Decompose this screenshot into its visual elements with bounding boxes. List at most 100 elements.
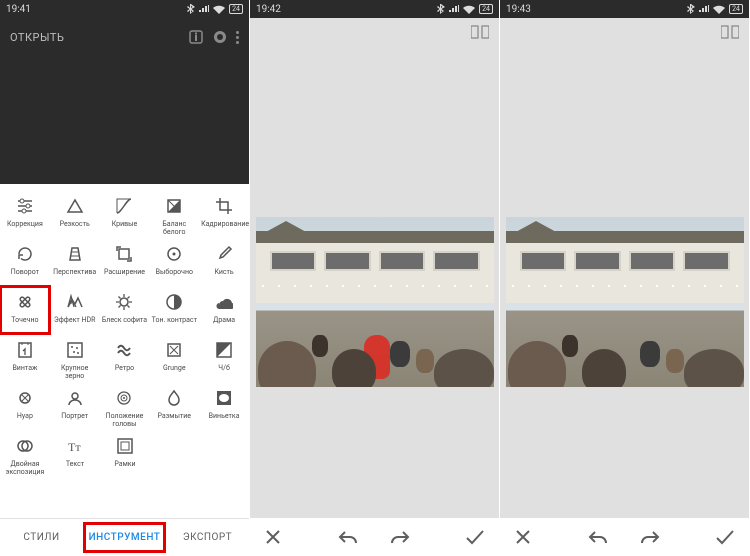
tool-vignette[interactable]: Виньетка: [199, 382, 249, 430]
rotate-icon: [15, 244, 35, 264]
status-bar: 19:42 24: [250, 0, 499, 18]
tool-label: Блеск софита: [102, 316, 147, 324]
cancel-button[interactable]: [514, 528, 532, 546]
wifi-icon: [463, 5, 475, 14]
tab-styles[interactable]: СТИЛИ: [0, 522, 83, 553]
tool-hdr[interactable]: Эффект HDR: [50, 286, 100, 334]
editor-canvas[interactable]: [250, 46, 499, 518]
signal-icon: [699, 5, 709, 13]
tool-grid: Коррекция Резкость КривыеБаланс белогоКадр…: [0, 184, 249, 518]
undo-button[interactable]: [588, 529, 608, 545]
apply-button[interactable]: [465, 529, 485, 545]
tool-curves[interactable]: Кривые: [100, 190, 150, 238]
double-icon: [15, 436, 35, 456]
hdr-icon: [65, 292, 85, 312]
headpose-icon: [114, 388, 134, 408]
bw-icon: [214, 340, 234, 360]
apply-button[interactable]: [715, 529, 735, 545]
tool-label: Выборочно: [156, 268, 193, 276]
compare-icon[interactable]: [721, 25, 739, 39]
tool-label: Ретро: [115, 364, 134, 372]
tool-label: Ч/б: [218, 364, 230, 372]
open-button[interactable]: ОТКРЫТЬ: [10, 31, 64, 44]
app-toolbar: ОТКРЫТЬ: [0, 18, 249, 56]
curves-icon: [114, 196, 134, 216]
tool-text[interactable]: TтТекст: [50, 430, 100, 478]
crop-icon: [214, 196, 234, 216]
overflow-menu-icon[interactable]: [236, 31, 239, 44]
screen-edit-after: 19:43 24: [500, 0, 750, 556]
tool-target[interactable]: Выборочно: [149, 238, 199, 286]
triangle-icon: [65, 196, 85, 216]
tool-brush[interactable]: Кисть: [199, 238, 249, 286]
undo-button[interactable]: [338, 529, 358, 545]
bottom-tabs: СТИЛИ ИНСТРУМЕНТ ЭКСПОРТ: [0, 518, 249, 556]
tool-triangle[interactable]: Резкость: [50, 190, 100, 238]
tool-label: Драма: [213, 316, 235, 324]
redo-button[interactable]: [640, 529, 660, 545]
sliders-icon: [15, 196, 35, 216]
portrait-icon: [65, 388, 85, 408]
tool-portrait[interactable]: Портрет: [50, 382, 100, 430]
signal-icon: [199, 5, 209, 13]
tool-glamour[interactable]: Блеск софита: [100, 286, 150, 334]
tool-label: Текст: [66, 460, 84, 468]
tab-tools[interactable]: ИНСТРУМЕНТ: [83, 522, 166, 553]
tonal-icon: [164, 292, 184, 312]
info-icon[interactable]: [188, 29, 204, 45]
tool-blur[interactable]: Размытие: [149, 382, 199, 430]
expand-icon: [114, 244, 134, 264]
tool-healing[interactable]: Точечно: [0, 286, 50, 334]
tool-tonal[interactable]: Тон. контраст: [149, 286, 199, 334]
bluetooth-icon: [187, 4, 195, 14]
tool-persp[interactable]: Перспектива: [50, 238, 100, 286]
tool-sliders[interactable]: Коррекция: [0, 190, 50, 238]
tool-wb[interactable]: Баланс белого: [149, 190, 199, 238]
tool-grain[interactable]: Крупное зерно: [50, 334, 100, 382]
compare-icon[interactable]: [471, 25, 489, 39]
bluetooth-icon: [687, 4, 695, 14]
tool-label: Двойная экспозиция: [2, 460, 48, 476]
tool-retro[interactable]: Ретро: [100, 334, 150, 382]
wifi-icon: [713, 5, 725, 14]
tool-label: Резкость: [60, 220, 90, 228]
tool-label: Кадрирование: [201, 220, 247, 228]
editor-bottom-bar: [250, 518, 499, 556]
tool-vintage[interactable]: Винтаж: [0, 334, 50, 382]
editor-canvas[interactable]: [500, 46, 749, 518]
screen-tool-picker: 19:41 24 ОТКРЫТЬ: [0, 0, 250, 556]
tool-bw[interactable]: Ч/б: [199, 334, 249, 382]
signal-icon: [449, 5, 459, 13]
grunge-icon: [164, 340, 184, 360]
tool-headpose[interactable]: Положение головы: [100, 382, 150, 430]
battery-icon: 24: [229, 4, 243, 14]
tool-expand[interactable]: Расширение: [100, 238, 150, 286]
status-time: 19:41: [6, 4, 31, 15]
editor-bottom-bar: [500, 518, 749, 556]
tool-crop[interactable]: Кадрирование: [199, 190, 249, 238]
persp-icon: [65, 244, 85, 264]
tool-label: Расширение: [104, 268, 145, 276]
tool-label: Эффект HDR: [54, 316, 95, 324]
tool-rotate[interactable]: Поворот: [0, 238, 50, 286]
tool-label: Размытие: [158, 412, 192, 420]
status-bar: 19:43 24: [500, 0, 749, 18]
tool-grunge[interactable]: Grunge: [149, 334, 199, 382]
account-icon[interactable]: [214, 31, 226, 43]
tool-label: Портрет: [61, 412, 88, 420]
tool-label: Перспектива: [53, 268, 96, 276]
tool-double[interactable]: Двойная экспозиция: [0, 430, 50, 478]
grain-icon: [65, 340, 85, 360]
tab-export[interactable]: ЭКСПОРТ: [166, 522, 249, 553]
tool-drama[interactable]: Драма: [199, 286, 249, 334]
cancel-button[interactable]: [264, 528, 282, 546]
tool-frames[interactable]: Рамки: [100, 430, 150, 478]
brush-icon: [214, 244, 234, 264]
tool-noir[interactable]: Нуар: [0, 382, 50, 430]
tool-label: Grunge: [163, 364, 186, 372]
tool-label: Коррекция: [7, 220, 43, 228]
redo-button[interactable]: [390, 529, 410, 545]
tool-label: Виньетка: [209, 412, 240, 420]
tool-label: Положение головы: [101, 412, 147, 428]
bluetooth-icon: [437, 4, 445, 14]
